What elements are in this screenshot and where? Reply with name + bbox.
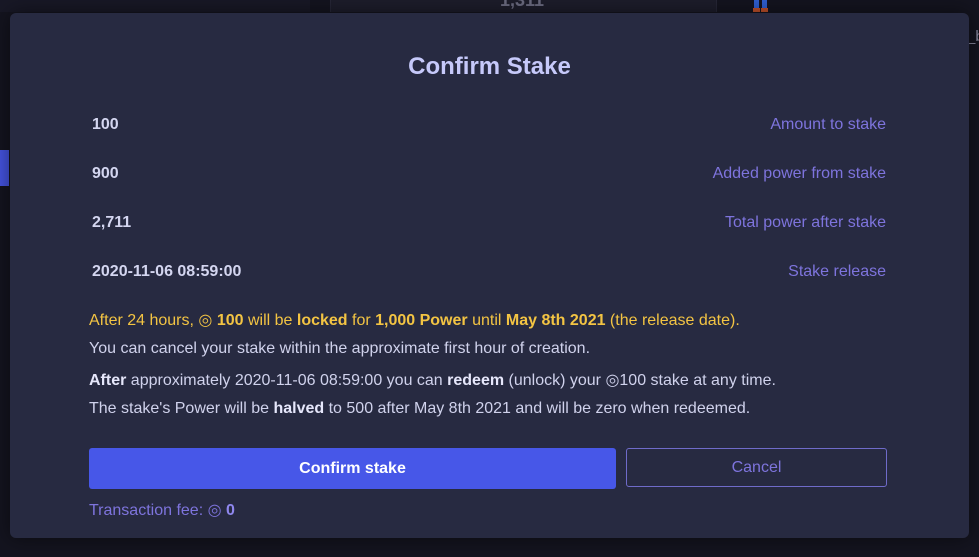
redeem-word: redeem bbox=[447, 372, 505, 389]
total-power-label: Total power after stake bbox=[725, 214, 886, 231]
amount-value: 100 bbox=[92, 116, 119, 133]
lock-warning: After 24 hours, ◎ 100 will be locked for… bbox=[89, 310, 949, 330]
locked-word: locked bbox=[296, 312, 348, 329]
confirm-stake-modal: Confirm Stake 100 Amount to stake 900 Ad… bbox=[10, 13, 969, 538]
confirm-stake-button[interactable]: Confirm stake bbox=[89, 448, 616, 489]
stake-release-value: 2020-11-06 08:59:00 bbox=[92, 263, 242, 280]
lock-power: 1,000 Power bbox=[375, 312, 468, 329]
lock-amount: 100 bbox=[216, 312, 244, 329]
lock-warning-text: until bbox=[467, 312, 506, 329]
modal-title: Confirm Stake bbox=[408, 53, 571, 80]
background-number: 1,311 bbox=[500, 0, 545, 10]
avatar-figure-icon bbox=[753, 0, 768, 12]
redeem-note-text: (unlock) your ◎100 stake at any time. bbox=[504, 372, 776, 389]
lock-warning-text: After 24 hours, bbox=[89, 312, 199, 329]
coin-icon: ◎ bbox=[198, 312, 213, 329]
total-power-value: 2,711 bbox=[92, 214, 132, 231]
lock-warning-text: will be bbox=[243, 312, 297, 329]
background-panel bbox=[0, 0, 310, 12]
lock-date: May 8th 2021 bbox=[505, 312, 606, 329]
transaction-fee-label: Transaction fee: ◎ bbox=[89, 502, 226, 519]
halved-note: The stake's Power will be halved to 500 … bbox=[89, 400, 949, 418]
halved-word: halved bbox=[273, 400, 325, 417]
added-power-label: Added power from stake bbox=[712, 165, 886, 182]
amount-row: 100 Amount to stake bbox=[92, 116, 886, 138]
sidebar-active-indicator bbox=[0, 150, 9, 186]
added-power-value: 900 bbox=[92, 165, 119, 182]
halved-note-text: The stake's Power will be bbox=[89, 400, 274, 417]
redeem-note-text: approximately 2020-11-06 08:59:00 you ca… bbox=[126, 372, 448, 389]
after-word: After bbox=[89, 372, 127, 389]
transaction-fee-value: 0 bbox=[225, 502, 235, 519]
transaction-fee: Transaction fee: ◎ 0 bbox=[89, 500, 235, 520]
stake-release-label: Stake release bbox=[788, 263, 886, 280]
amount-label: Amount to stake bbox=[770, 116, 886, 133]
added-power-row: 900 Added power from stake bbox=[92, 165, 886, 187]
cancel-note: You can cancel your stake within the app… bbox=[89, 340, 591, 357]
total-power-row: 2,711 Total power after stake bbox=[92, 214, 886, 236]
cancel-button[interactable]: Cancel bbox=[626, 448, 887, 487]
halved-note-text: to 500 after May 8th 2021 and will be ze… bbox=[324, 400, 751, 417]
redeem-note: After approximately 2020-11-06 08:59:00 … bbox=[89, 370, 949, 390]
lock-warning-text: for bbox=[347, 312, 376, 329]
lock-warning-text: (the release date). bbox=[605, 312, 740, 329]
stake-release-row: 2020-11-06 08:59:00 Stake release bbox=[92, 263, 886, 285]
